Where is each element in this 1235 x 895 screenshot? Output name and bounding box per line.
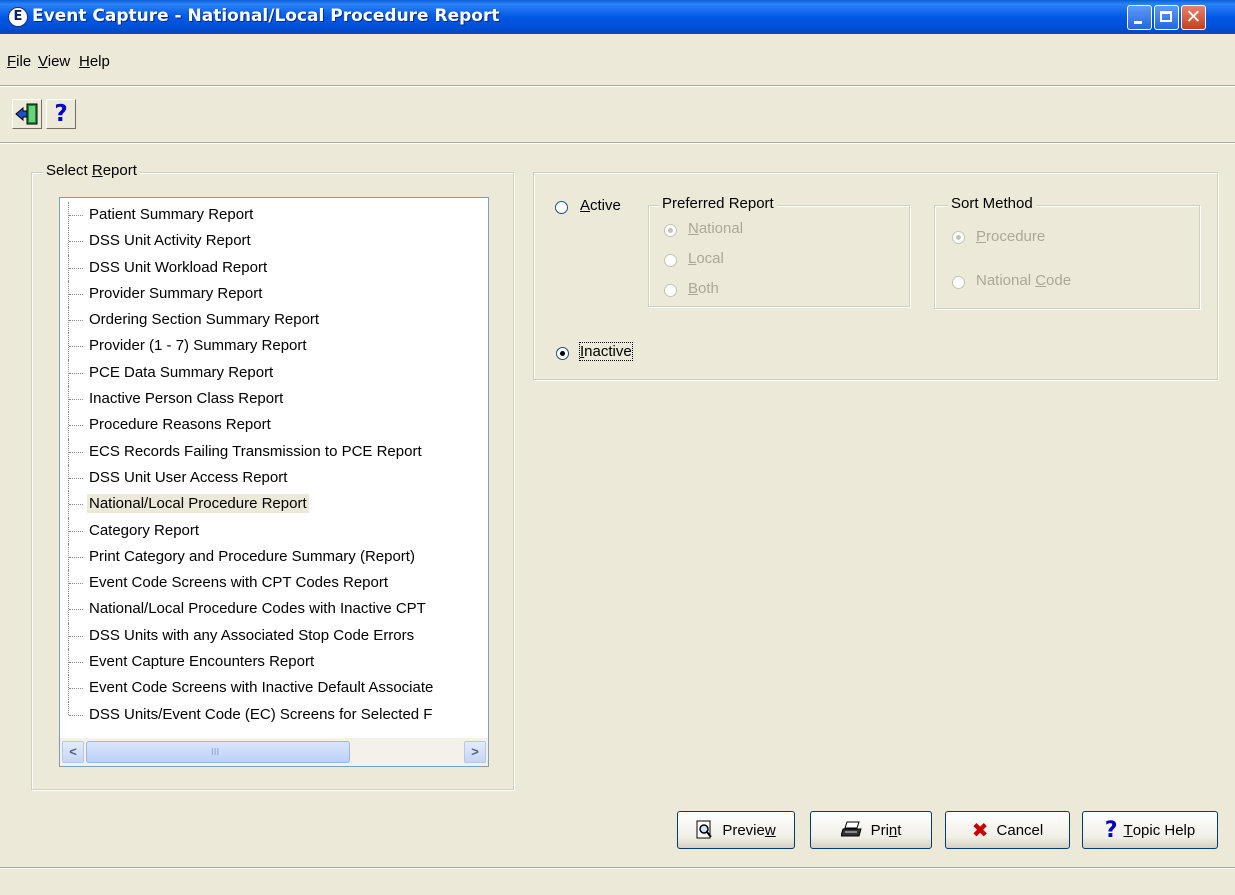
cancel-button[interactable]: ✖ Cancel bbox=[945, 811, 1070, 849]
report-tree-item-label: Provider (1 - 7) Summary Report bbox=[89, 337, 307, 355]
report-tree-item-label: Event Capture Encounters Report bbox=[89, 653, 315, 671]
report-tree-item[interactable]: Event Code Screens with CPT Codes Report bbox=[60, 570, 488, 597]
close-icon: ✕ bbox=[1185, 6, 1202, 28]
report-tree-item-label: DSS Unit Workload Report bbox=[89, 258, 268, 276]
scroll-thumb[interactable]: III bbox=[86, 741, 350, 763]
scroll-left-button[interactable]: < bbox=[62, 741, 84, 763]
preview-button[interactable]: Previe w bbox=[677, 811, 795, 849]
menu-bar: File View Help bbox=[0, 53, 1235, 85]
report-tree-item[interactable]: Inactive Person Class Report bbox=[60, 386, 488, 413]
horizontal-scrollbar[interactable]: < III > bbox=[60, 738, 488, 766]
local-radio[interactable] bbox=[664, 254, 677, 267]
report-tree-item-label: Procedure Reasons Report bbox=[89, 416, 271, 434]
menu-help[interactable]: Help bbox=[79, 53, 110, 70]
report-tree-item[interactable]: DSS Units/Event Code (EC) Screens for Se… bbox=[60, 701, 488, 728]
report-tree-item-label: DSS Units with any Associated Stop Code … bbox=[89, 626, 415, 644]
report-tree-list: Patient Summary Report DSS Unit Activity … bbox=[60, 202, 488, 728]
report-tree-item[interactable]: Provider Summary Report bbox=[60, 280, 488, 308]
help-toolbar-button[interactable]: ? bbox=[46, 99, 76, 129]
menu-view[interactable]: View bbox=[38, 53, 70, 70]
report-tree-item[interactable]: National/Local Procedure Codes with Inac… bbox=[60, 596, 488, 623]
preview-magnifier-icon bbox=[696, 820, 713, 839]
report-tree-item-label: PCE Data Summary Report bbox=[89, 363, 274, 381]
report-tree-item[interactable]: ECS Records Failing Transmission to PCE … bbox=[60, 438, 488, 465]
inactive-radio[interactable] bbox=[556, 347, 569, 360]
sort-method-label: Sort Method bbox=[948, 195, 1036, 212]
report-tree-item-label: Inactive Person Class Report bbox=[89, 390, 284, 408]
local-radio-label[interactable]: Local bbox=[688, 250, 724, 267]
both-radio-label[interactable]: Both bbox=[688, 280, 719, 297]
title-bar[interactable]: E Event Capture - National/Local Procedu… bbox=[0, 0, 1235, 34]
report-tree-item[interactable]: Category Report bbox=[60, 517, 488, 544]
report-tree-item[interactable]: Print Category and Procedure Summary (Re… bbox=[60, 543, 488, 571]
report-tree-item-label: Event Code Screens with Inactive Default… bbox=[89, 679, 434, 697]
inactive-radio-label[interactable]: Inactive bbox=[579, 342, 633, 361]
report-tree-item-label: Category Report bbox=[89, 521, 200, 539]
national-code-radio-label[interactable]: National Code bbox=[976, 272, 1071, 289]
report-tree-item[interactable]: Ordering Section Summary Report bbox=[60, 307, 488, 334]
help-question-icon: ? bbox=[54, 101, 68, 127]
chevron-left-icon: < bbox=[69, 744, 77, 759]
scroll-grip: III bbox=[211, 747, 220, 758]
topic-help-button[interactable]: ? Topic Help bbox=[1082, 811, 1218, 849]
report-tree-item-label: National/Local Procedure Report bbox=[87, 494, 309, 514]
procedure-radio[interactable] bbox=[952, 231, 965, 244]
report-tree-item-label: National/Local Procedure Codes with Inac… bbox=[89, 600, 426, 618]
menu-file[interactable]: File bbox=[7, 53, 31, 70]
both-radio[interactable] bbox=[664, 284, 677, 297]
report-tree-item-label: DSS Units/Event Code (EC) Screens for Se… bbox=[89, 705, 433, 723]
sort-method-group bbox=[934, 205, 1200, 309]
report-tree-item[interactable]: National/Local Procedure Report bbox=[60, 491, 488, 518]
app-icon: E bbox=[8, 7, 28, 27]
active-radio-label[interactable]: Active bbox=[580, 197, 621, 214]
report-tree-item[interactable]: Provider (1 - 7) Summary Report bbox=[60, 333, 488, 360]
minimize-button[interactable] bbox=[1127, 5, 1152, 30]
app-window: E Event Capture - National/Local Procedu… bbox=[0, 0, 1235, 895]
preferred-report-label: Preferred Report bbox=[659, 195, 777, 212]
window-title: Event Capture - National/Local Procedure… bbox=[32, 6, 500, 26]
report-tree-item-label: DSS Unit User Access Report bbox=[89, 468, 288, 486]
chevron-right-icon: > bbox=[471, 744, 479, 759]
active-radio[interactable] bbox=[555, 201, 568, 214]
maximize-button[interactable] bbox=[1154, 5, 1179, 30]
report-tree-item-label: Event Code Screens with CPT Codes Report bbox=[89, 574, 389, 592]
help-question-icon: ? bbox=[1104, 817, 1118, 843]
procedure-radio-label[interactable]: Procedure bbox=[976, 228, 1045, 245]
report-tree-item-label: DSS Unit Activity Report bbox=[89, 232, 251, 250]
report-tree-item[interactable]: Event Capture Encounters Report bbox=[60, 649, 488, 676]
report-tree-item[interactable]: DSS Unit Workload Report bbox=[60, 254, 488, 281]
report-tree-item-label: Ordering Section Summary Report bbox=[89, 311, 320, 329]
report-tree-item-label: Print Category and Procedure Summary (Re… bbox=[89, 547, 415, 565]
close-button[interactable]: ✕ bbox=[1181, 5, 1206, 30]
report-tree-item[interactable]: DSS Unit User Access Report bbox=[60, 464, 488, 492]
national-radio[interactable] bbox=[664, 224, 677, 237]
report-tree-item-label: Patient Summary Report bbox=[89, 206, 254, 223]
national-code-radio[interactable] bbox=[952, 276, 965, 289]
report-tree-item[interactable]: PCE Data Summary Report bbox=[60, 359, 488, 387]
report-tree-item[interactable]: Event Code Screens with Inactive Default… bbox=[60, 675, 488, 702]
print-button[interactable]: Pri n t bbox=[810, 811, 932, 849]
report-tree-item-label: ECS Records Failing Transmission to PCE … bbox=[89, 442, 422, 460]
report-tree-item[interactable]: DSS Units with any Associated Stop Code … bbox=[60, 622, 488, 650]
exit-button[interactable] bbox=[12, 99, 42, 129]
select-report-label: Select Report bbox=[43, 162, 140, 179]
report-tree-item[interactable]: Procedure Reasons Report bbox=[60, 412, 488, 439]
report-tree[interactable]: Patient Summary Report DSS Unit Activity … bbox=[59, 197, 489, 767]
scroll-right-button[interactable]: > bbox=[464, 741, 486, 763]
printer-icon bbox=[840, 821, 862, 837]
cancel-x-icon: ✖ bbox=[971, 818, 989, 842]
exit-door-icon bbox=[15, 103, 38, 125]
national-radio-label[interactable]: National bbox=[688, 220, 743, 237]
report-tree-item[interactable]: DSS Unit Activity Report bbox=[60, 228, 488, 255]
report-tree-item-label: Provider Summary Report bbox=[89, 284, 263, 302]
report-tree-item[interactable]: Patient Summary Report bbox=[60, 202, 488, 229]
